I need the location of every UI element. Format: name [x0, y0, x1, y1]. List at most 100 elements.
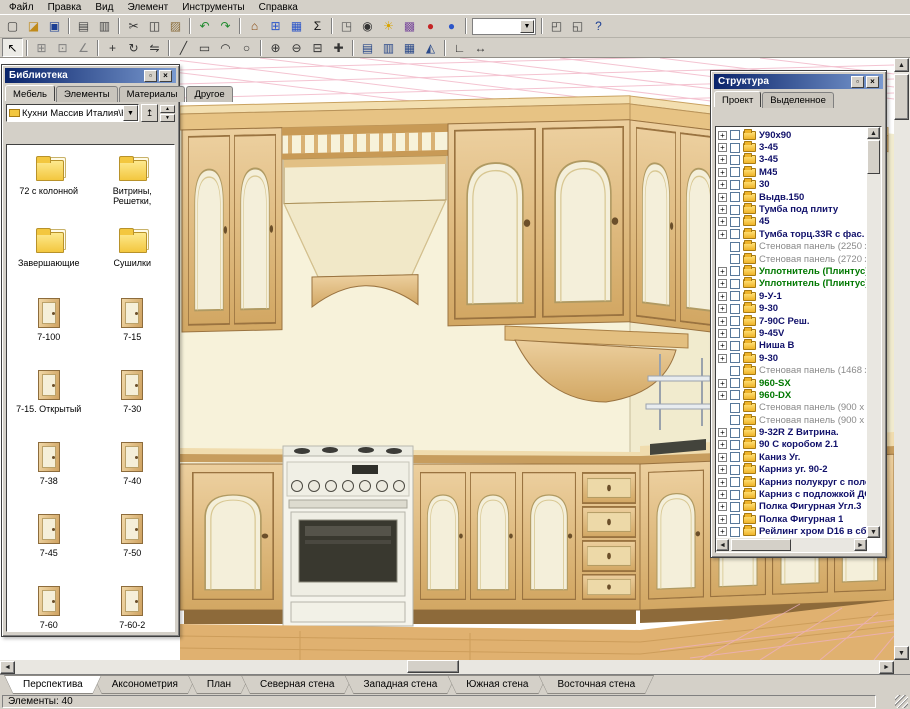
checkbox[interactable]	[730, 341, 740, 351]
menu-item-2[interactable]: Правка	[41, 2, 89, 13]
view-tab-5[interactable]: Западная стена	[344, 675, 456, 694]
expand-icon[interactable]: +	[718, 292, 727, 301]
library-item[interactable]: Завершающие	[7, 221, 91, 293]
report-sum-button[interactable]: Σ	[307, 17, 328, 36]
checkbox[interactable]	[730, 143, 740, 153]
tree-item[interactable]: +Тумба торц.33R с фас.	[718, 228, 866, 240]
checkbox[interactable]	[730, 304, 740, 314]
checkbox[interactable]	[730, 192, 740, 202]
checkbox[interactable]	[730, 279, 740, 289]
expand-icon[interactable]: +	[718, 490, 727, 499]
minimize-icon[interactable]: ▫	[144, 70, 157, 82]
tree-item[interactable]: +960-SX	[718, 377, 866, 389]
horizontal-scroll-thumb[interactable]	[407, 660, 459, 673]
library-tab-4[interactable]: Другое	[186, 86, 232, 102]
checkbox[interactable]	[730, 440, 740, 450]
save-button[interactable]: ▣	[44, 17, 65, 36]
checkbox[interactable]	[730, 328, 740, 338]
menu-item-1[interactable]: Файл	[2, 2, 41, 13]
checkbox[interactable]	[730, 403, 740, 413]
print-preview-button[interactable]: ▥	[94, 17, 115, 36]
dimension-button[interactable]: ↔	[470, 38, 491, 57]
materials-table-button[interactable]: ▦	[286, 17, 307, 36]
close-icon[interactable]: ×	[866, 76, 879, 88]
expand-icon[interactable]: +	[718, 502, 727, 511]
tree-item[interactable]: +Полка Фигурная 1	[718, 513, 866, 525]
view-side-button[interactable]: ▦	[399, 38, 420, 57]
tree-item[interactable]: +9-32R Z Витрина.	[718, 426, 866, 438]
tree-item[interactable]: +7-90С Реш.	[718, 315, 866, 327]
stove-drawer[interactable]	[291, 602, 405, 622]
camera-view-button[interactable]: ◉	[357, 17, 378, 36]
menu-item-4[interactable]: Элемент	[120, 2, 175, 13]
checkbox[interactable]	[730, 366, 740, 376]
tree-item[interactable]: +Каниз Уг.	[718, 451, 866, 463]
library-item[interactable]: 7-45	[7, 509, 91, 581]
menu-item-3[interactable]: Вид	[88, 2, 120, 13]
tree-horizontal-scrollbar[interactable]: ◄ ►	[716, 538, 867, 552]
wireframe-button[interactable]: ◳	[336, 17, 357, 36]
zoom-window-button[interactable]: ⊟	[307, 38, 328, 57]
tree-item[interactable]: +У90х90	[718, 129, 866, 141]
snap-angle-button[interactable]: ∠	[73, 38, 94, 57]
structure-tab-2[interactable]: Выделенное	[762, 92, 834, 108]
library-item[interactable]: 7-50	[91, 509, 175, 581]
library-path-combo[interactable]: Кухни Массив Италия\Н ▼	[6, 104, 139, 122]
expand-icon[interactable]: +	[718, 465, 727, 474]
expand-icon[interactable]: +	[718, 230, 727, 239]
menu-item-5[interactable]: Инструменты	[175, 2, 251, 13]
checkbox[interactable]	[730, 390, 740, 400]
drawer[interactable]	[583, 507, 636, 537]
scroll-right-icon[interactable]: ►	[879, 661, 894, 674]
print-button[interactable]: ▤	[73, 17, 94, 36]
drawer[interactable]	[583, 473, 636, 503]
vertical-scroll-track[interactable]	[894, 72, 910, 646]
checkbox[interactable]	[730, 167, 740, 177]
undo-button[interactable]: ↶	[194, 17, 215, 36]
close-icon[interactable]: ×	[159, 70, 172, 82]
checkbox[interactable]	[730, 155, 740, 165]
library-item[interactable]: Витрины, Решетки, Открытые	[91, 149, 175, 221]
checkbox[interactable]	[730, 229, 740, 239]
view-tab-6[interactable]: Южная стена	[447, 675, 547, 694]
library-item[interactable]: Сушилки	[91, 221, 175, 293]
view-tab-2[interactable]: Аксонометрия	[93, 675, 197, 694]
expand-icon[interactable]: +	[718, 329, 727, 338]
resize-grip[interactable]	[895, 695, 908, 708]
library-item[interactable]: 7-40	[91, 437, 175, 509]
horizontal-scrollbar[interactable]: ◄ ►	[0, 660, 894, 674]
horizontal-scroll-track[interactable]	[15, 660, 879, 674]
measure-button[interactable]: ∟	[449, 38, 470, 57]
copy-button[interactable]: ◫	[144, 17, 165, 36]
window-new-button[interactable]: ◰	[546, 17, 567, 36]
library-tab-2[interactable]: Элементы	[56, 86, 118, 102]
select-cursor-button[interactable]: ↖	[2, 38, 23, 57]
tree-item[interactable]: +Ниша В	[718, 340, 866, 352]
library-item[interactable]: 7-100	[7, 293, 91, 365]
scroll-up-icon[interactable]: ▲	[867, 127, 880, 139]
mirror-tool-button[interactable]: ⇋	[144, 38, 165, 57]
expand-icon[interactable]: +	[718, 515, 727, 524]
tree-vertical-scrollbar[interactable]: ▲ ▼	[867, 127, 881, 538]
paint-red-button[interactable]: ●	[420, 17, 441, 36]
tree-item[interactable]: +Полка Фигурная Угл.3	[718, 501, 866, 513]
structure-title-bar[interactable]: Структура ▫ ×	[714, 74, 883, 89]
drawer[interactable]	[583, 541, 636, 571]
expand-icon[interactable]: +	[718, 168, 727, 177]
scroll-up-icon[interactable]: ▲	[894, 58, 909, 72]
oven-handle[interactable]	[289, 500, 407, 508]
checkbox[interactable]	[730, 180, 740, 190]
library-item[interactable]: 7-38	[7, 437, 91, 509]
checkbox[interactable]	[730, 415, 740, 425]
checkbox[interactable]	[730, 254, 740, 264]
tree-item[interactable]: Стеновая панель (2720 х 600	[718, 253, 866, 265]
menu-item-6[interactable]: Справка	[252, 2, 305, 13]
tree-item[interactable]: +Карниз уг. 90-2	[718, 464, 866, 476]
tree-hscroll-thumb[interactable]	[731, 539, 791, 551]
checkbox[interactable]	[730, 217, 740, 227]
tree-item[interactable]: +9-30	[718, 352, 866, 364]
view-mode-up-button[interactable]: ▲	[160, 105, 175, 113]
library-item[interactable]: 7-60-2	[91, 581, 175, 632]
view-tab-3[interactable]: План	[188, 675, 250, 694]
library-item[interactable]: 7-15	[91, 293, 175, 365]
